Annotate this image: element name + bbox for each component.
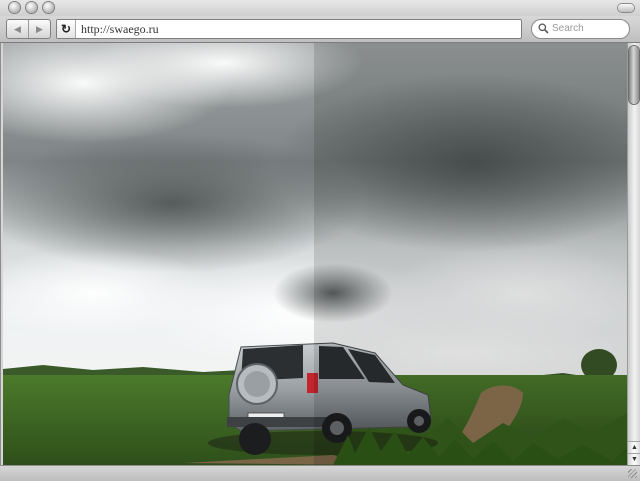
scroll-down-button[interactable]: ▼ <box>628 453 640 465</box>
url-text: http://swaego.ru <box>81 22 159 36</box>
search-input[interactable] <box>552 21 622 36</box>
reload-button[interactable]: ↻ <box>57 20 76 38</box>
zoom-window-button[interactable] <box>43 2 54 13</box>
back-arrow-icon: ◀ <box>14 24 21 34</box>
search-box[interactable] <box>531 19 630 39</box>
vertical-scrollbar[interactable]: ▲ ▼ <box>627 43 640 465</box>
reload-icon: ↻ <box>60 22 72 36</box>
navigation-buttons: ◀ ▶ <box>6 19 51 39</box>
back-button[interactable]: ◀ <box>7 20 29 38</box>
title-bar <box>0 0 640 16</box>
scrollbar-thumb[interactable] <box>629 46 639 104</box>
toolbar-toggle-button[interactable] <box>618 4 634 12</box>
scroll-up-arrow-icon: ▲ <box>631 444 638 451</box>
scroll-down-arrow-icon: ▼ <box>631 456 638 463</box>
resize-grip-icon[interactable] <box>628 469 637 478</box>
browser-window: ◀ ▶ ↻ http://swaego.ru Search ▲ ▼ <box>0 0 640 481</box>
minimize-window-button[interactable] <box>26 2 37 13</box>
close-window-button[interactable] <box>9 2 20 13</box>
photo <box>3 43 627 465</box>
search-icon <box>538 23 549 34</box>
forward-button[interactable]: ▶ <box>29 20 50 38</box>
browser-toolbar: ◀ ▶ ↻ http://swaego.ru <box>0 16 640 43</box>
address-bar[interactable]: ↻ http://swaego.ru <box>56 19 522 39</box>
scroll-up-button[interactable]: ▲ <box>628 441 640 453</box>
status-bar <box>0 465 640 481</box>
forward-arrow-icon: ▶ <box>36 24 43 34</box>
page-content <box>3 43 627 465</box>
